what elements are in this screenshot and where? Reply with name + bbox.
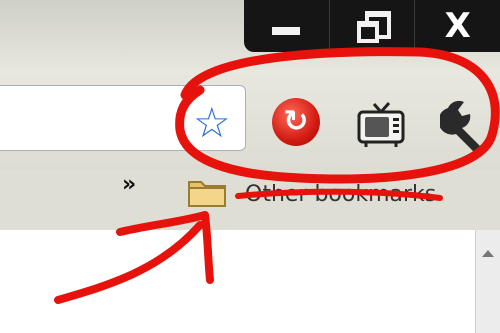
minimize-icon — [272, 27, 301, 35]
page-content — [0, 230, 475, 333]
vertical-scrollbar[interactable] — [475, 230, 500, 333]
tv-icon[interactable] — [356, 100, 406, 148]
wrench-icon[interactable] — [440, 96, 496, 152]
reload-icon[interactable]: ↻ — [272, 98, 320, 146]
close-icon: X — [444, 6, 471, 46]
scroll-up-arrow-icon[interactable] — [482, 250, 494, 257]
restore-icon — [357, 11, 391, 43]
browser-toolbar: ☆ — [0, 70, 500, 170]
star-icon[interactable]: ☆ — [193, 102, 231, 144]
window-controls: X — [244, 0, 500, 52]
close-button[interactable]: X — [414, 0, 500, 52]
other-bookmarks-link[interactable]: Other bookmarks — [245, 182, 436, 207]
address-bar[interactable]: ☆ — [0, 85, 246, 151]
bookmarks-bar: » Other bookmarks — [0, 170, 500, 230]
minimize-button[interactable] — [244, 0, 329, 52]
folder-icon — [188, 181, 226, 207]
more-bookmarks-chevron[interactable]: » — [122, 172, 136, 197]
title-bar: X — [0, 0, 500, 70]
restore-button[interactable] — [328, 0, 415, 52]
